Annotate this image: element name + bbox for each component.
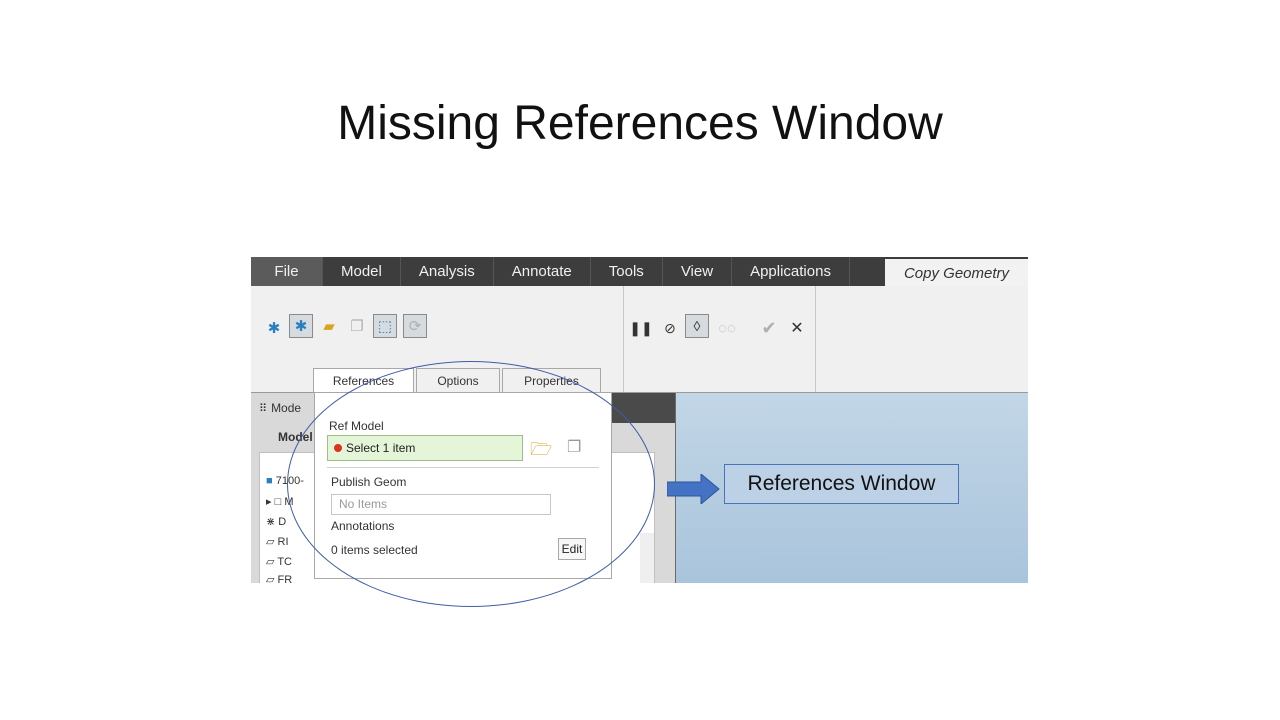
tab-properties[interactable]: Properties <box>502 368 601 392</box>
ref-model-collector[interactable]: Select 1 item <box>327 435 523 461</box>
menu-bar: File Model Analysis Annotate Tools View … <box>251 257 1028 286</box>
pause-icon[interactable]: ❚❚ <box>629 316 653 340</box>
tree-row[interactable]: ■ 7100- <box>266 475 304 487</box>
references-panel: Ref Model Select 1 item 🗁 ❐ Publish Geom… <box>314 392 612 579</box>
slide-title: Missing References Window <box>337 97 943 150</box>
menu-tab-applications[interactable]: Applications <box>732 257 850 286</box>
publish-geom-label: Publish Geom <box>331 475 407 489</box>
tree-toolbar-strip <box>603 393 675 423</box>
publish-geom-collector[interactable]: No Items <box>331 494 551 515</box>
tree-row[interactable]: ⋇ D <box>266 515 286 528</box>
references-window-callout: References Window <box>724 464 959 504</box>
open-folder-icon[interactable]: ▰ <box>317 314 341 338</box>
open-folder-icon[interactable]: 🗁 <box>530 437 552 467</box>
menu-tab-annotate[interactable]: Annotate <box>494 257 591 286</box>
menu-tab-tools[interactable]: Tools <box>591 257 663 286</box>
dashboard-tabs: References Options Properties <box>313 368 603 392</box>
menu-tab-view[interactable]: View <box>663 257 733 286</box>
glasses-icon[interactable]: ◌◌ <box>715 316 739 340</box>
divider <box>327 467 599 468</box>
preview-icon[interactable]: ◊ <box>685 314 709 338</box>
close-icon[interactable]: ✕ <box>785 316 809 340</box>
ribbon-separator <box>623 286 624 392</box>
plane-icon: ▱ <box>266 556 275 568</box>
selected-count: 0 items selected <box>331 543 418 557</box>
model-tree-header: ⠿ Mode <box>259 401 302 415</box>
menu-tab-analysis[interactable]: Analysis <box>401 257 494 286</box>
external-copy-icon[interactable]: ✱ <box>289 314 313 338</box>
no-preview-icon[interactable]: ⊘ <box>658 316 682 340</box>
part-icon: ■ <box>266 475 273 487</box>
tab-options[interactable]: Options <box>416 368 500 392</box>
ref-model-label: Ref Model <box>329 419 384 433</box>
copy-ref-icon[interactable]: ❐ <box>345 314 369 338</box>
arrow-icon <box>667 474 720 504</box>
csys-icon: ⋇ <box>266 516 276 528</box>
tab-references[interactable]: References <box>313 368 414 392</box>
model-tree-label: Model <box>278 430 313 444</box>
menu-tab-file[interactable]: File <box>251 257 323 286</box>
annotations-label: Annotations <box>331 519 395 533</box>
required-dot-icon <box>334 444 342 452</box>
ribbon-separator <box>815 286 816 392</box>
copy-geometry-icon[interactable]: ✱ <box>262 316 286 340</box>
refresh-icon[interactable]: ⟳ <box>403 314 427 338</box>
menu-tab-model[interactable]: Model <box>323 257 401 286</box>
expand-icon[interactable]: ▸ <box>266 496 272 508</box>
application-screenshot: File Model Analysis Annotate Tools View … <box>251 257 1028 583</box>
plane-icon: ▱ <box>266 536 275 548</box>
tree-row[interactable]: ▸ □ M <box>266 495 293 508</box>
menu-tab-copy-geometry[interactable]: Copy Geometry <box>885 257 1028 286</box>
edit-button[interactable]: Edit <box>558 538 586 560</box>
copy-model-icon[interactable]: ❐ <box>567 437 581 457</box>
tree-scrollbar[interactable] <box>640 533 654 583</box>
plane-icon: ▱ <box>266 574 275 583</box>
tree-row[interactable]: ▱ TC <box>266 555 292 568</box>
folder-icon: □ <box>274 496 282 508</box>
check-icon[interactable]: ✔ <box>757 316 781 340</box>
tree-row[interactable]: ▱ FR <box>266 573 292 583</box>
tree-icon: ⠿ <box>259 403 268 415</box>
tree-row[interactable]: ▱ RI <box>266 535 289 548</box>
transform-icon[interactable]: ⬚ <box>373 314 397 338</box>
